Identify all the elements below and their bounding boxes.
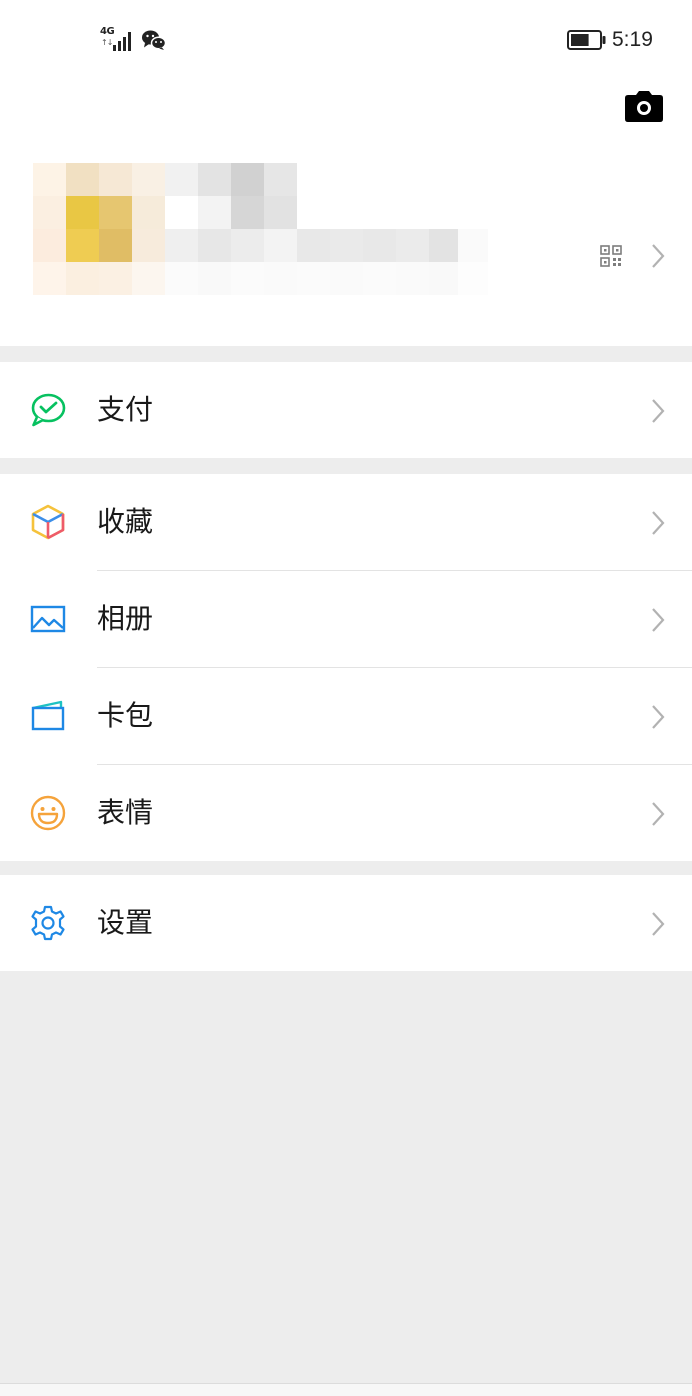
menu-item-label: 卡包 (97, 699, 154, 732)
wechat-pay-icon (31, 393, 66, 427)
menu-item-favorites[interactable]: 收藏 (0, 474, 692, 570)
wechat-icon (142, 30, 167, 50)
menu-item-label: 表情 (97, 796, 154, 829)
chevron-right-icon (652, 912, 665, 936)
settings-gear-icon (31, 905, 65, 941)
menu-item-album[interactable]: 相册 (0, 571, 692, 667)
sticker-smile-icon (30, 795, 66, 831)
menu-group-settings: 设置 (0, 875, 692, 971)
chevron-right-icon (652, 802, 665, 826)
menu-item-label: 设置 (97, 906, 154, 939)
status-time: 5:19 (612, 28, 653, 51)
chevron-right-icon (652, 399, 665, 423)
camera-icon[interactable] (624, 90, 664, 124)
menu-item-cards[interactable]: 卡包 (0, 668, 692, 764)
signal-icon: 4G ↑↓ (100, 27, 136, 51)
network-arrows: ↑↓ (101, 38, 113, 47)
menu-item-label: 相册 (97, 602, 154, 635)
avatar-blurred[interactable] (33, 163, 493, 297)
tab-bar (0, 1383, 692, 1396)
menu-item-label: 收藏 (97, 505, 154, 538)
chevron-right-icon (652, 608, 665, 632)
chevron-right-icon (652, 705, 665, 729)
network-type: 4G (100, 26, 115, 37)
chevron-right-icon (652, 511, 665, 535)
status-bar: 4G ↑↓ 5:19 (0, 0, 692, 80)
menu-item-stickers[interactable]: 表情 (0, 765, 692, 861)
menu-group-pay: 支付 (0, 362, 692, 458)
menu-item-pay[interactable]: 支付 (0, 362, 692, 458)
battery-icon (567, 30, 606, 50)
menu-item-label: 支付 (97, 393, 154, 426)
menu-group-main: 收藏 相册 卡包 表情 (0, 474, 692, 861)
album-icon (30, 605, 66, 633)
chevron-right-icon[interactable] (650, 243, 666, 269)
menu-item-settings[interactable]: 设置 (0, 875, 692, 971)
qr-code-icon[interactable] (600, 245, 622, 267)
favorites-cube-icon (31, 504, 65, 540)
card-wallet-icon (31, 700, 65, 731)
